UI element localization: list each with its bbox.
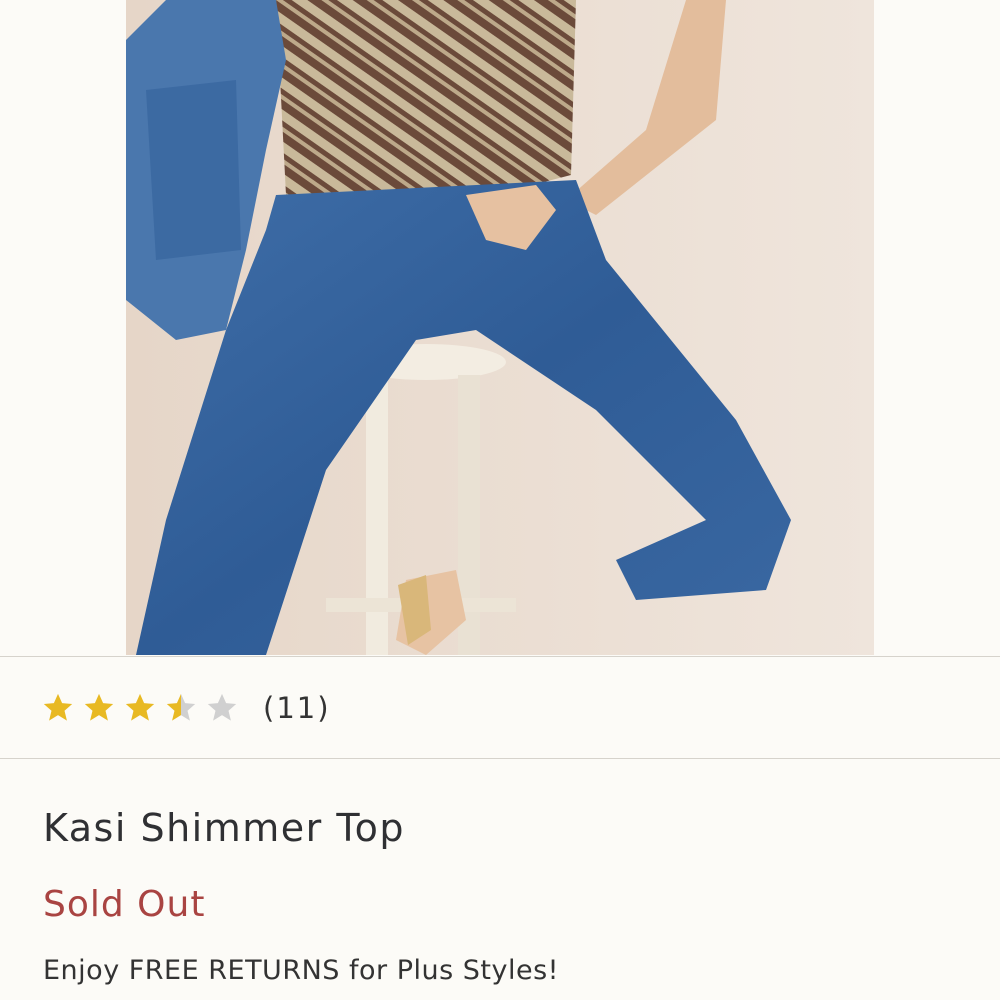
- star-icon: [40, 691, 76, 725]
- divider: [0, 758, 1000, 759]
- star-half-icon: [163, 691, 199, 725]
- rating-summary[interactable]: (11): [40, 676, 331, 740]
- promo-message: Enjoy FREE RETURNS for Plus Styles!: [43, 955, 559, 986]
- star-rating: [40, 691, 245, 725]
- product-title: Kasi Shimmer Top: [43, 806, 405, 850]
- divider: [0, 656, 1000, 657]
- star-icon: [81, 691, 117, 725]
- star-empty-icon: [204, 691, 240, 725]
- star-icon: [122, 691, 158, 725]
- product-image[interactable]: [126, 0, 874, 655]
- review-count[interactable]: (11): [263, 691, 331, 725]
- product-image-area: [0, 0, 1000, 655]
- stock-status: Sold Out: [43, 884, 206, 925]
